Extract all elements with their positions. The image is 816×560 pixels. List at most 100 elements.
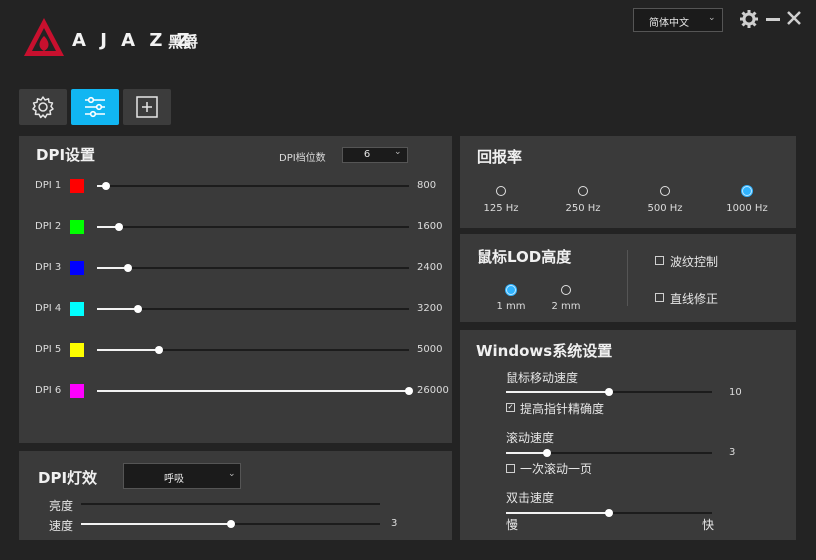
dpi-slider-knob[interactable] <box>155 346 164 354</box>
dpi-row-label: DPI 5 <box>35 344 62 355</box>
ripple-control-checkbox[interactable] <box>655 256 664 265</box>
angle-snapping-checkbox[interactable] <box>655 293 664 302</box>
dpi-settings-panel: DPI设置 DPI档位数 6 ⌄ DPI 1 800 DPI 2 1600 DPI 3 2… <box>19 136 452 443</box>
dpi-row-label: DPI 3 <box>35 262 62 273</box>
scroll-one-page-label: 一次滚动一页 <box>520 462 593 476</box>
dpi-light-mode-select[interactable]: 呼吸 ⌄ <box>123 463 241 489</box>
plus-square-icon <box>136 96 158 118</box>
dpi-light-panel: DPI灯效 呼吸 ⌄ 亮度 速度 3 <box>19 451 452 540</box>
lod-option-label: 1 mm <box>496 301 526 312</box>
chevron-down-icon: ⌄ <box>394 147 402 157</box>
report-rate-label: 125 Hz <box>483 203 519 214</box>
dpi-slider[interactable] <box>97 305 409 313</box>
tab-macro[interactable] <box>123 89 171 125</box>
app-logo <box>22 16 66 60</box>
slow-label: 慢 <box>506 518 519 532</box>
brand-name-cn: 黑爵 <box>168 33 199 51</box>
language-select-value: 简体中文 <box>649 18 689 29</box>
language-select[interactable]: 简体中文 ⌄ <box>633 8 723 32</box>
dpi-levels-value: 6 <box>363 149 371 160</box>
double-click-speed-slider-fill <box>506 512 609 514</box>
lod-option-label: 2 mm <box>551 301 581 312</box>
report-rate-radio[interactable] <box>496 186 506 196</box>
speed-label: 速度 <box>49 519 74 533</box>
minimize-icon[interactable] <box>766 18 780 21</box>
light-speed-slider[interactable] <box>81 520 380 528</box>
settings-gear-icon[interactable] <box>739 9 759 29</box>
double-click-speed-slider[interactable] <box>506 509 712 517</box>
brightness-slider[interactable] <box>81 503 380 505</box>
lod-title: 鼠标LOD高度 <box>477 248 572 266</box>
pointer-precision-checkbox[interactable]: ✓ <box>506 403 515 412</box>
lod-radio[interactable] <box>561 285 571 295</box>
light-speed-slider-knob[interactable] <box>226 520 235 528</box>
report-rate-label: 250 Hz <box>565 203 601 214</box>
dpi-value: 800 <box>417 180 437 191</box>
dpi-value: 5000 <box>417 344 443 355</box>
scroll-speed-value: 3 <box>729 447 736 458</box>
report-rate-panel: 回报率 125 Hz 250 Hz 500 Hz 1000 Hz <box>460 136 796 228</box>
tab-settings[interactable] <box>19 89 67 125</box>
dpi-slider-knob[interactable] <box>114 223 123 231</box>
move-speed-label: 鼠标移动速度 <box>506 371 579 385</box>
dpi-light-mode-value: 呼吸 <box>164 474 184 485</box>
double-click-speed-label: 双击速度 <box>506 491 555 505</box>
dpi-row-label: DPI 4 <box>35 303 62 314</box>
windows-settings-panel: Windows系统设置 鼠标移动速度 10 ✓ 提高指针精确度 滚动速度 3 一… <box>460 330 796 540</box>
dpi-color-swatch[interactable] <box>70 179 84 193</box>
dpi-value: 3200 <box>417 303 443 314</box>
lod-radio[interactable] <box>506 285 516 295</box>
dpi-row-label: DPI 6 <box>35 385 62 396</box>
report-rate-radio[interactable] <box>578 186 588 196</box>
light-speed-value: 3 <box>391 518 398 529</box>
scroll-speed-slider[interactable] <box>506 449 712 457</box>
fast-label: 快 <box>702 518 715 532</box>
move-speed-slider[interactable] <box>506 388 712 396</box>
dpi-value: 1600 <box>417 221 443 232</box>
ripple-control-label: 波纹控制 <box>670 255 719 269</box>
dpi-value: 2400 <box>417 262 443 273</box>
dpi-slider[interactable] <box>97 387 413 395</box>
windows-settings-title: Windows系统设置 <box>476 342 613 360</box>
dpi-color-swatch[interactable] <box>70 220 84 234</box>
brightness-label: 亮度 <box>49 499 74 513</box>
scroll-one-page-checkbox[interactable] <box>506 464 515 473</box>
close-icon[interactable] <box>786 10 802 26</box>
chevron-down-icon: ⌄ <box>228 469 236 479</box>
dpi-slider-knob[interactable] <box>133 305 142 313</box>
dpi-color-swatch[interactable] <box>70 384 84 398</box>
light-speed-slider-fill <box>81 523 231 525</box>
dpi-slider-fill <box>97 390 409 392</box>
dpi-row-label: DPI 1 <box>35 180 62 191</box>
dpi-color-swatch[interactable] <box>70 302 84 316</box>
report-rate-label: 500 Hz <box>647 203 683 214</box>
report-rate-radio[interactable] <box>660 186 670 196</box>
dpi-levels-select[interactable]: 6 ⌄ <box>342 147 408 163</box>
gear-icon <box>32 96 54 119</box>
report-rate-radio[interactable] <box>742 186 752 196</box>
dpi-slider-knob[interactable] <box>405 387 413 395</box>
tab-performance[interactable] <box>71 89 119 125</box>
dpi-slider-knob[interactable] <box>102 182 111 190</box>
dpi-slider[interactable] <box>97 223 409 231</box>
move-speed-slider-knob[interactable] <box>605 388 613 396</box>
dpi-slider[interactable] <box>97 264 409 272</box>
dpi-slider-fill <box>97 308 138 310</box>
dpi-slider[interactable] <box>97 346 409 354</box>
pointer-precision-label: 提高指针精确度 <box>520 402 605 416</box>
report-rate-label: 1000 Hz <box>726 203 768 214</box>
sliders-icon <box>85 96 105 118</box>
move-speed-value: 10 <box>729 387 742 398</box>
dpi-slider-knob[interactable] <box>124 264 133 272</box>
double-click-speed-slider-knob[interactable] <box>605 509 613 517</box>
angle-snapping-label: 直线修正 <box>670 292 719 306</box>
dpi-slider-fill <box>97 349 160 351</box>
dpi-slider[interactable] <box>97 182 409 190</box>
dpi-light-title: DPI灯效 <box>38 469 98 487</box>
scroll-speed-slider-knob[interactable] <box>543 449 552 457</box>
dpi-row-label: DPI 2 <box>35 221 62 232</box>
dpi-color-swatch[interactable] <box>70 261 84 275</box>
dpi-color-swatch[interactable] <box>70 343 84 357</box>
lod-panel: 鼠标LOD高度 1 mm 2 mm 波纹控制 直线修正 <box>460 234 796 322</box>
chevron-down-icon: ⌄ <box>708 13 716 23</box>
